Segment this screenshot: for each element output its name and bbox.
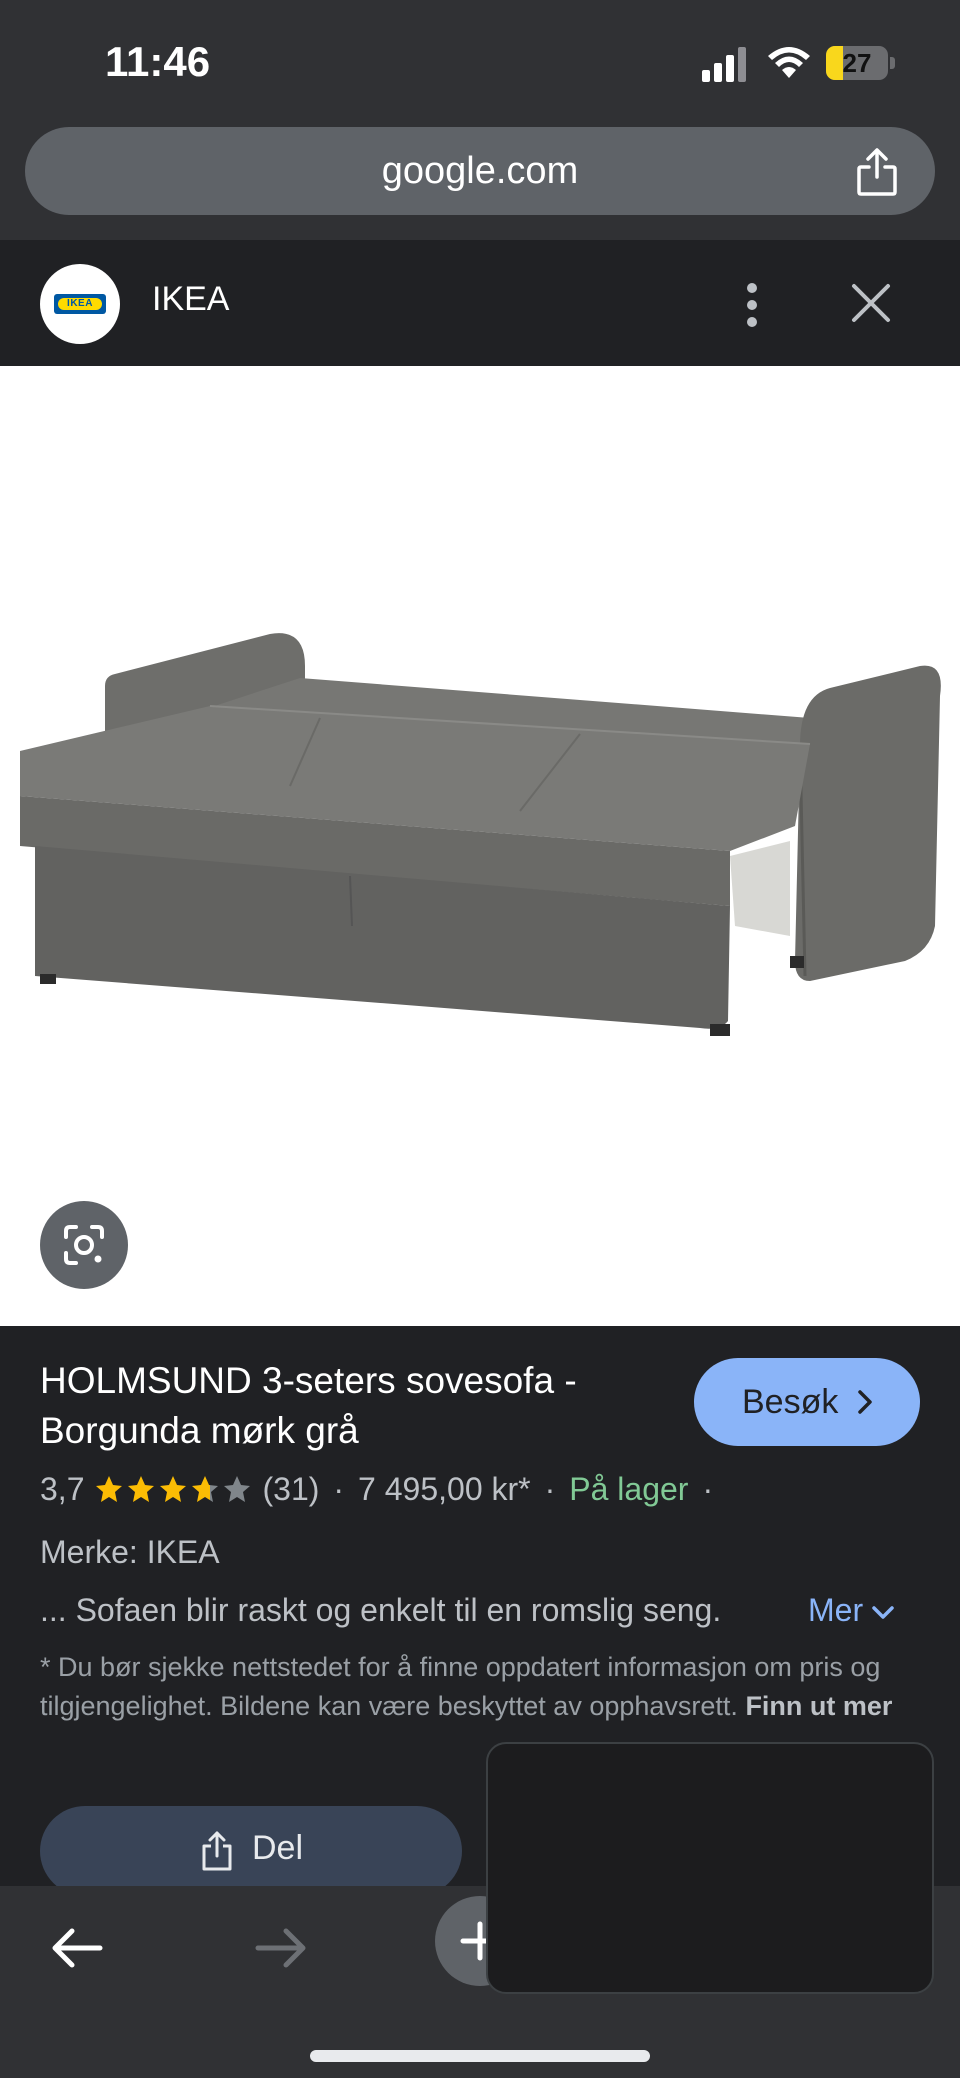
share-icon[interactable] <box>855 147 899 197</box>
sofa-bed-image <box>20 633 941 1036</box>
disclaimer: * Du bør sjekke nettstedet for å finne o… <box>40 1648 920 1726</box>
battery-icon: 27 <box>826 46 896 80</box>
rating-price-row: 3,7 (31) · 7 495,00 kr* · På lager · <box>40 1464 727 1514</box>
product-image[interactable] <box>0 366 960 1326</box>
more-button-label: Mer <box>808 1592 864 1628</box>
star-icon <box>128 1476 155 1502</box>
separator: · <box>333 1470 345 1507</box>
share-icon <box>202 1831 232 1871</box>
rating-value: 3,7 <box>40 1470 85 1507</box>
ikea-logo-text: IKEA <box>67 298 93 309</box>
overlay-panel <box>486 1742 934 1994</box>
star-icon <box>224 1476 251 1502</box>
site-header: IKEA IKEA <box>0 240 960 366</box>
review-count[interactable]: (31) <box>262 1471 319 1508</box>
product-title[interactable]: HOLMSUND 3-seters sovesofa - Borgunda mø… <box>40 1356 660 1456</box>
battery-level: 27 <box>842 48 872 78</box>
close-icon[interactable] <box>848 280 894 326</box>
signal-icon <box>702 47 746 82</box>
address-bar[interactable]: google.com <box>25 127 935 215</box>
back-arrow-icon[interactable] <box>48 1918 108 1978</box>
more-vert-icon[interactable] <box>740 280 764 330</box>
rating-stars <box>94 1474 254 1504</box>
chevron-down-icon <box>872 1605 894 1619</box>
brand-label: Merke: IKEA <box>40 1534 220 1570</box>
share-button-label: Del <box>252 1829 304 1867</box>
chevron-right-icon <box>858 1390 872 1414</box>
status-bar: 11:46 27 <box>0 0 960 120</box>
star-icon <box>160 1476 187 1502</box>
more-button[interactable]: Mer <box>808 1592 895 1629</box>
wifi-icon <box>768 47 810 78</box>
url-text[interactable]: google.com <box>25 127 935 215</box>
home-indicator[interactable] <box>310 2050 650 2062</box>
star-icon <box>192 1476 219 1502</box>
learn-more-link[interactable]: Finn ut mer <box>745 1691 892 1721</box>
visit-button[interactable]: Besøk <box>694 1358 920 1446</box>
google-lens-icon <box>64 1225 104 1265</box>
status-time: 11:46 <box>105 38 211 85</box>
price: 7 495,00 kr* <box>358 1470 531 1507</box>
site-name[interactable]: IKEA <box>152 280 229 319</box>
separator: · <box>702 1470 714 1507</box>
stock-status: På lager <box>569 1470 689 1507</box>
browser-toolbar: google.com <box>0 120 960 240</box>
product-description: ... Sofaen blir raskt og enkelt til en r… <box>40 1592 722 1628</box>
google-lens-button[interactable] <box>40 1201 128 1289</box>
ikea-logo[interactable]: IKEA <box>40 264 120 344</box>
visit-button-label: Besøk <box>742 1383 839 1421</box>
separator: · <box>544 1470 556 1507</box>
star-icon <box>96 1476 123 1502</box>
share-button[interactable]: Del <box>40 1806 462 1896</box>
forward-arrow-icon[interactable] <box>250 1918 310 1978</box>
